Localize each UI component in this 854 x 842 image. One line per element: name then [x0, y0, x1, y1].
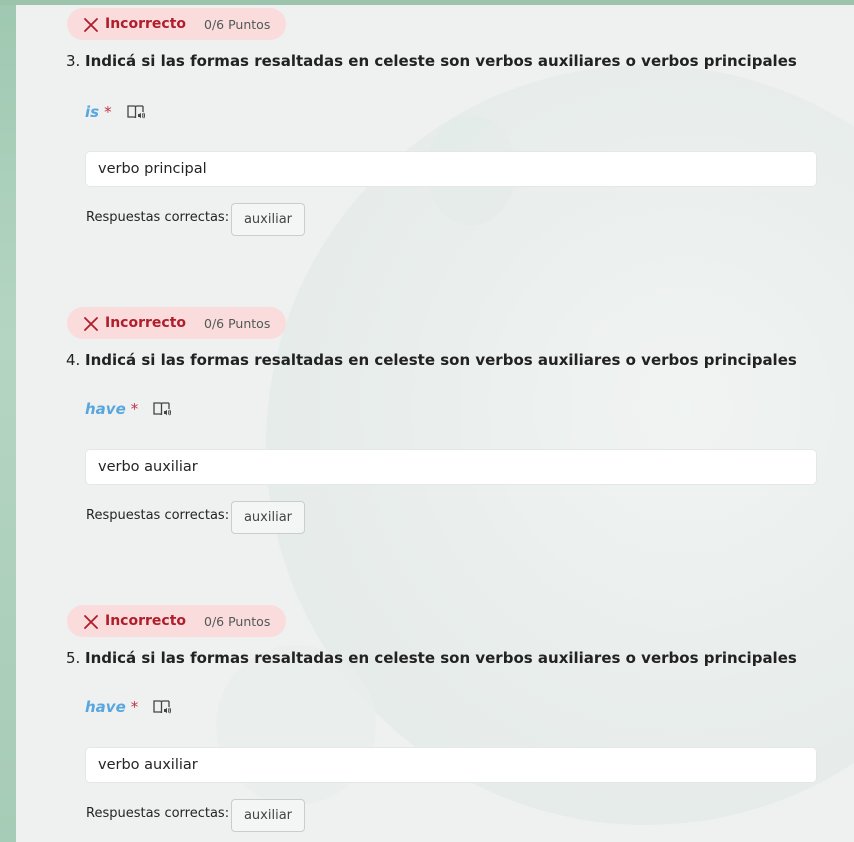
points-label: 0/6 Puntos: [204, 613, 271, 629]
answer-field[interactable]: verbo auxiliar: [86, 450, 816, 484]
immersive-reader-icon[interactable]: [126, 103, 146, 121]
question-title: Indicá si las formas resaltadas en celes…: [85, 649, 797, 667]
status-label: Incorrecto: [105, 315, 187, 331]
question-prompt: have *: [85, 695, 172, 719]
correct-answer-chip: auxiliar: [231, 799, 305, 832]
status-label: Incorrecto: [105, 16, 187, 32]
status-badge: Incorrecto 0/6 Puntos: [67, 605, 287, 637]
correct-answers-label: Respuestas correctas:: [86, 210, 230, 225]
answer-value: verbo principal: [98, 161, 207, 177]
close-x-icon: [84, 316, 98, 331]
required-asterisk: *: [130, 400, 139, 418]
form-results-panel: Incorrecto 0/6 Puntos 3. Indicá si las f…: [16, 5, 854, 842]
points-label: 0/6 Puntos: [204, 315, 271, 331]
status-badge: Incorrecto 0/6 Puntos: [67, 8, 287, 40]
question-title: Indicá si las formas resaltadas en celes…: [85, 52, 797, 70]
answer-field[interactable]: verbo auxiliar: [86, 748, 816, 782]
required-asterisk: *: [130, 698, 139, 716]
correct-answer-chip: auxiliar: [231, 203, 305, 236]
question-number: 3.: [66, 52, 81, 70]
question-number: 5.: [66, 649, 81, 667]
immersive-reader-icon[interactable]: [152, 698, 172, 716]
highlighted-word: have: [85, 400, 126, 418]
question-prompt: is *: [85, 100, 146, 124]
correct-answers-label: Respuestas correctas:: [86, 806, 230, 821]
points-label: 0/6 Puntos: [204, 16, 271, 32]
correct-answers-label: Respuestas correctas:: [86, 508, 230, 523]
required-asterisk: *: [104, 103, 112, 121]
question-title: Indicá si las formas resaltadas en celes…: [85, 351, 797, 369]
close-x-icon: [84, 614, 98, 629]
status-label: Incorrecto: [105, 613, 187, 629]
immersive-reader-icon[interactable]: [152, 400, 172, 418]
background-strip-left: [0, 0, 16, 842]
question-prompt: have *: [85, 397, 172, 421]
answer-field[interactable]: verbo principal: [86, 152, 816, 186]
highlighted-word: is: [85, 103, 100, 121]
correct-answer-chip: auxiliar: [231, 501, 305, 534]
question-number: 4.: [66, 351, 81, 369]
answer-value: verbo auxiliar: [98, 757, 198, 773]
close-x-icon: [84, 17, 98, 32]
highlighted-word: have: [85, 698, 126, 716]
answer-value: verbo auxiliar: [98, 459, 198, 475]
status-badge: Incorrecto 0/6 Puntos: [67, 307, 287, 339]
